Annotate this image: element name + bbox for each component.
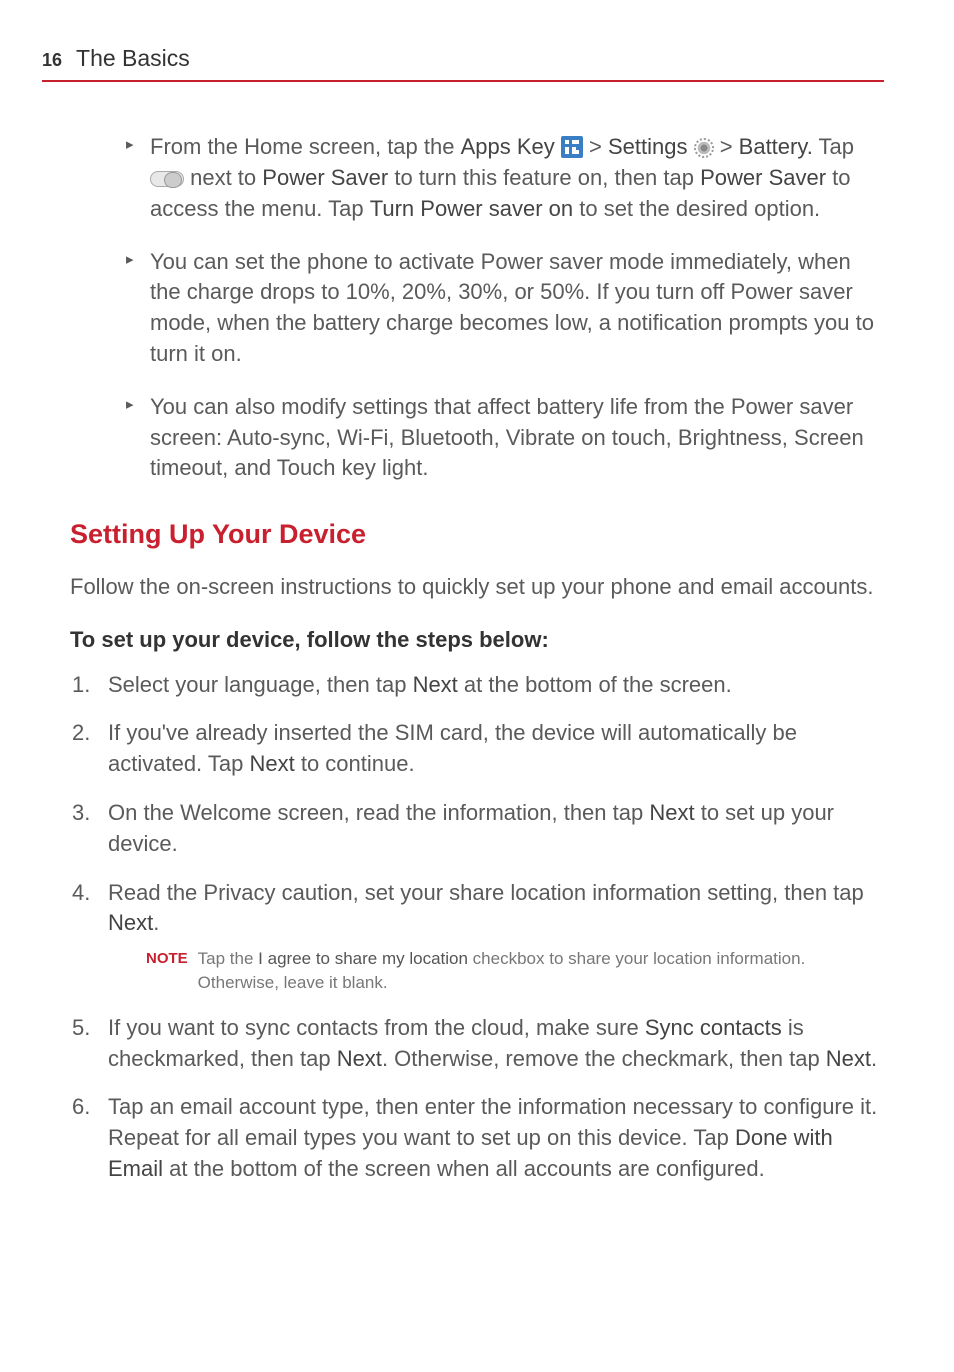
settings-icon (694, 138, 714, 158)
step-item: If you've already inserted the SIM card,… (70, 718, 884, 780)
body-text: > (583, 134, 608, 159)
bold-text: I agree to share my location (258, 949, 468, 968)
bold-text: Next (108, 910, 153, 935)
bold-text: Power Saver (700, 165, 826, 190)
bold-text: Next (649, 800, 694, 825)
subheading: To set up your device, follow the steps … (70, 625, 884, 656)
body-text: next to (184, 165, 262, 190)
step-item: On the Welcome screen, read the informat… (70, 798, 884, 860)
body-text: to continue. (295, 751, 415, 776)
section-title: The Basics (76, 42, 190, 74)
body-text: If you want to sync contacts from the cl… (108, 1015, 645, 1040)
bold-text: Next (826, 1046, 871, 1071)
toggle-icon (150, 171, 184, 187)
body-text: to set the desired option. (573, 196, 820, 221)
bullet-item: You can set the phone to activate Power … (130, 247, 884, 370)
bold-text: Turn Power saver on (370, 196, 573, 221)
step-item: Tap an email account type, then enter th… (70, 1092, 884, 1184)
body-text: Follow the on-screen instructions to qui… (70, 572, 884, 603)
bullet-list: From the Home screen, tap the Apps Key >… (130, 132, 884, 484)
bold-text: Settings (608, 134, 688, 159)
body-text: > (714, 134, 739, 159)
page-header: 16 The Basics (42, 42, 884, 82)
bullet-item: You can also modify settings that affect… (130, 392, 884, 484)
bold-text: Next (337, 1046, 382, 1071)
section-heading: Setting Up Your Device (70, 516, 884, 554)
note-label: NOTE (146, 947, 188, 995)
body-text: You can also modify settings that affect… (150, 394, 864, 481)
bullet-item: From the Home screen, tap the Apps Key >… (130, 132, 884, 224)
body-text: . (871, 1046, 877, 1071)
bold-text: Sync contacts (645, 1015, 782, 1040)
body-text: On the Welcome screen, read the informat… (108, 800, 649, 825)
body-text: to turn this feature on, then tap (388, 165, 700, 190)
apps-key-icon (561, 136, 583, 158)
body-text: Read the Privacy caution, set your share… (108, 880, 864, 905)
bold-text: Apps Key (461, 134, 555, 159)
step-item: If you want to sync contacts from the cl… (70, 1013, 884, 1075)
body-text: From the Home screen, tap the (150, 134, 461, 159)
steps-list: Select your language, then tap Next at t… (70, 670, 884, 1185)
step-item: Read the Privacy caution, set your share… (70, 878, 884, 995)
body-text: . Otherwise, remove the checkmark, then … (382, 1046, 826, 1071)
body-text: Tap (813, 134, 854, 159)
note-block: NOTE Tap the I agree to share my locatio… (146, 947, 884, 995)
bold-text: Next (413, 672, 458, 697)
body-text: at the bottom of the screen. (458, 672, 732, 697)
bold-text: Battery. (739, 134, 813, 159)
step-item: Select your language, then tap Next at t… (70, 670, 884, 701)
body-text: Tap the (198, 949, 259, 968)
body-text: . (153, 910, 159, 935)
body-text: Select your language, then tap (108, 672, 413, 697)
body-text: If you've already inserted the SIM card,… (108, 720, 797, 776)
bold-text: Next (249, 751, 294, 776)
body-text: You can set the phone to activate Power … (150, 249, 874, 366)
body-text: at the bottom of the screen when all acc… (163, 1156, 765, 1181)
page-number: 16 (42, 48, 62, 73)
bold-text: Power Saver (262, 165, 388, 190)
note-body: Tap the I agree to share my location che… (198, 947, 884, 995)
